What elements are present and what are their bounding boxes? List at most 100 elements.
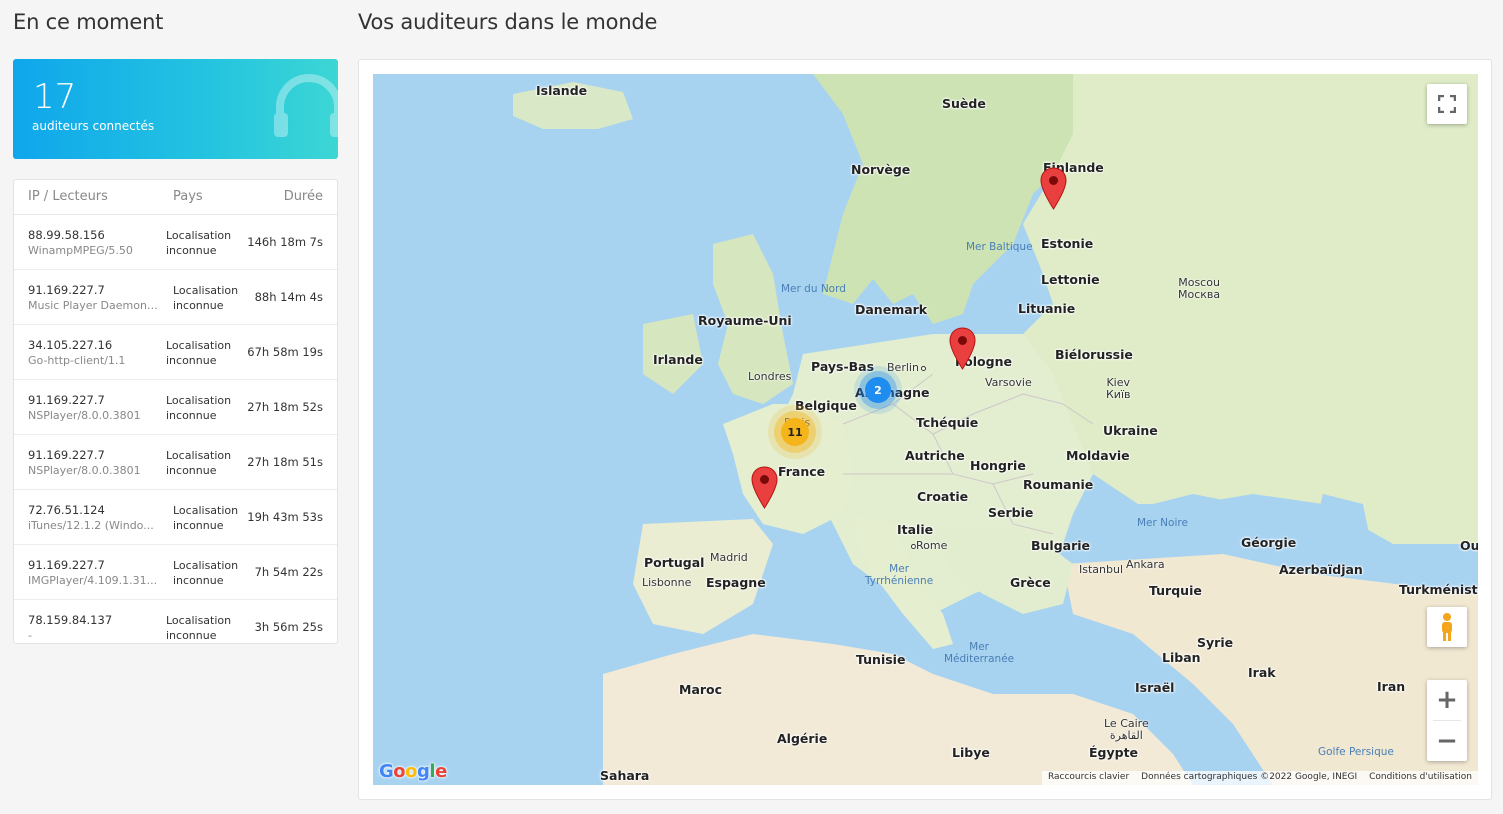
label-portugal: Portugal xyxy=(644,555,705,570)
headphones-icon xyxy=(274,74,338,137)
zoom-in-button[interactable]: + xyxy=(1427,680,1467,720)
row-agent: NSPlayer/8.0.0.3801 xyxy=(28,464,141,477)
city-le-caire: Le Caire القاهرة xyxy=(1104,717,1149,742)
sea-noire: Mer Noire xyxy=(1137,517,1188,529)
city-ankara: Ankara xyxy=(1126,558,1165,571)
location-pin-icon[interactable] xyxy=(949,327,976,370)
header-ip: IP / Lecteurs xyxy=(28,189,108,204)
label-norvege: Norvège xyxy=(851,162,911,177)
label-irak: Irak xyxy=(1248,665,1276,680)
label-danemark: Danemark xyxy=(855,302,928,317)
row-ip: 91.169.227.7 xyxy=(28,393,105,407)
label-serbie: Serbie xyxy=(988,505,1034,520)
row-ip: 34.105.227.16 xyxy=(28,338,113,352)
label-georgie: Géorgie xyxy=(1241,535,1297,550)
map-data-text: Données cartographiques ©2022 Google, IN… xyxy=(1141,772,1358,782)
sea-mediterranee: Mer Méditerranée xyxy=(944,641,1015,665)
row-duration: 19h 43m 53s xyxy=(247,510,323,524)
row-agent: - xyxy=(28,629,32,642)
row-location: Localisation inconnue xyxy=(166,229,232,257)
label-liban: Liban xyxy=(1162,650,1201,665)
row-location: Localisation inconnue xyxy=(166,614,232,642)
city-madrid: Madrid xyxy=(710,551,748,564)
label-azerbaidjan: Azerbaïdjan xyxy=(1279,562,1363,577)
label-france: France xyxy=(778,464,826,479)
pegman-icon xyxy=(1442,613,1452,641)
label-croatie: Croatie xyxy=(917,489,969,504)
row-location: Localisation inconnue xyxy=(166,449,232,477)
label-irlande: Irlande xyxy=(653,352,703,367)
label-tchequie: Tchéquie xyxy=(916,415,979,430)
row-location: Localisation inconnue xyxy=(166,339,232,367)
label-autriche: Autriche xyxy=(905,448,965,463)
row-duration: 7h 54m 22s xyxy=(254,565,323,579)
label-iran: Iran xyxy=(1377,679,1406,694)
label-suede: Suède xyxy=(942,96,986,111)
table-row: 91.169.227.7 Music Player Daemon ... Local… xyxy=(14,270,337,325)
label-ou: Ou xyxy=(1460,538,1478,553)
table-header: IP / Lecteurs Pays Durée xyxy=(14,180,337,215)
row-duration: 3h 56m 25s xyxy=(254,620,323,634)
city-lisbonne: Lisbonne xyxy=(642,576,692,589)
row-duration: 27h 18m 52s xyxy=(247,400,323,414)
fullscreen-button[interactable] xyxy=(1427,84,1467,124)
row-agent: WinampMPEG/5.50 xyxy=(28,244,133,257)
row-agent: Music Player Daemon ... xyxy=(28,299,158,312)
map-card: Islande Suède Norvège Finlande Estonie L… xyxy=(358,59,1492,800)
label-estonie: Estonie xyxy=(1041,236,1094,251)
city-rome: Rome xyxy=(909,540,947,552)
map-attribution: Raccourcis clavier Données cartographiqu… xyxy=(1041,771,1478,785)
label-roumanie: Roumanie xyxy=(1023,477,1094,492)
cluster-marker-germany[interactable]: 2 xyxy=(865,377,891,403)
row-agent: iTunes/12.1.2 (Windo... xyxy=(28,519,154,532)
table-row: 91.169.227.7 NSPlayer/8.0.0.3801 Localisat… xyxy=(14,435,337,490)
table-row: 91.169.227.7 IMGPlayer/4.109.1.31... Local… xyxy=(14,545,337,600)
sea-tyrrhenienne: Mer Tyrrhénienne xyxy=(865,563,934,587)
label-turkmenistan: Turkménista xyxy=(1399,582,1478,597)
header-country: Pays xyxy=(173,189,203,204)
label-israel: Israël xyxy=(1135,680,1175,695)
zoom-out-button[interactable]: − xyxy=(1427,721,1467,761)
keyboard-shortcuts-link[interactable]: Raccourcis clavier xyxy=(1048,772,1129,784)
row-location: Localisation inconnue xyxy=(166,394,232,422)
row-agent: Go-http-client/1.1 xyxy=(28,354,126,367)
row-location: Localisation inconnue xyxy=(173,504,239,532)
label-italie: Italie xyxy=(897,522,934,537)
row-duration: 88h 14m 4s xyxy=(254,290,323,304)
table-row: 91.169.227.7 NSPlayer/8.0.0.3801 Localisat… xyxy=(14,380,337,435)
table-row: 34.105.227.16 Go-http-client/1.1 Localisat… xyxy=(14,325,337,380)
listeners-count: 17 xyxy=(33,77,77,117)
header-duration: Durée xyxy=(283,189,323,204)
row-agent: IMGPlayer/4.109.1.31... xyxy=(28,574,158,587)
terms-link[interactable]: Conditions d'utilisation xyxy=(1369,772,1472,784)
listeners-table: IP / Lecteurs Pays Durée 88.99.58.156 Win… xyxy=(13,179,338,644)
label-lettonie: Lettonie xyxy=(1041,272,1100,287)
label-sahara: Sahara xyxy=(600,768,650,783)
label-moldavie: Moldavie xyxy=(1066,448,1130,463)
city-istanbul: Istanbul xyxy=(1079,563,1124,576)
listeners-stat-card: 17 auditeurs connectés xyxy=(13,59,338,159)
label-bulgarie: Bulgarie xyxy=(1031,538,1091,553)
row-location: Localisation inconnue xyxy=(173,559,239,587)
label-lituanie: Lituanie xyxy=(1018,301,1076,316)
row-ip: 78.159.84.137 xyxy=(28,613,113,627)
page-title-world: Vos auditeurs dans le monde xyxy=(358,10,658,34)
cluster-marker-paris[interactable]: 11 xyxy=(781,418,809,446)
label-ukraine: Ukraine xyxy=(1103,423,1158,438)
label-turquie: Turquie xyxy=(1149,583,1202,598)
fullscreen-icon xyxy=(1438,95,1456,113)
world-map[interactable]: Islande Suède Norvège Finlande Estonie L… xyxy=(373,74,1478,785)
location-pin-icon[interactable] xyxy=(751,466,778,509)
google-logo[interactable]: Google xyxy=(379,761,447,782)
street-view-button[interactable] xyxy=(1427,607,1467,647)
row-ip: 91.169.227.7 xyxy=(28,283,105,297)
location-pin-icon[interactable] xyxy=(1040,167,1067,210)
label-maroc: Maroc xyxy=(679,682,723,697)
page-title-now: En ce moment xyxy=(13,10,164,34)
city-berlin: Berlin xyxy=(887,362,926,374)
label-syrie: Syrie xyxy=(1197,635,1234,650)
row-ip: 88.99.58.156 xyxy=(28,228,105,242)
label-libye: Libye xyxy=(952,745,990,760)
row-location: Localisation inconnue xyxy=(173,284,239,312)
label-algerie: Algérie xyxy=(777,731,828,746)
